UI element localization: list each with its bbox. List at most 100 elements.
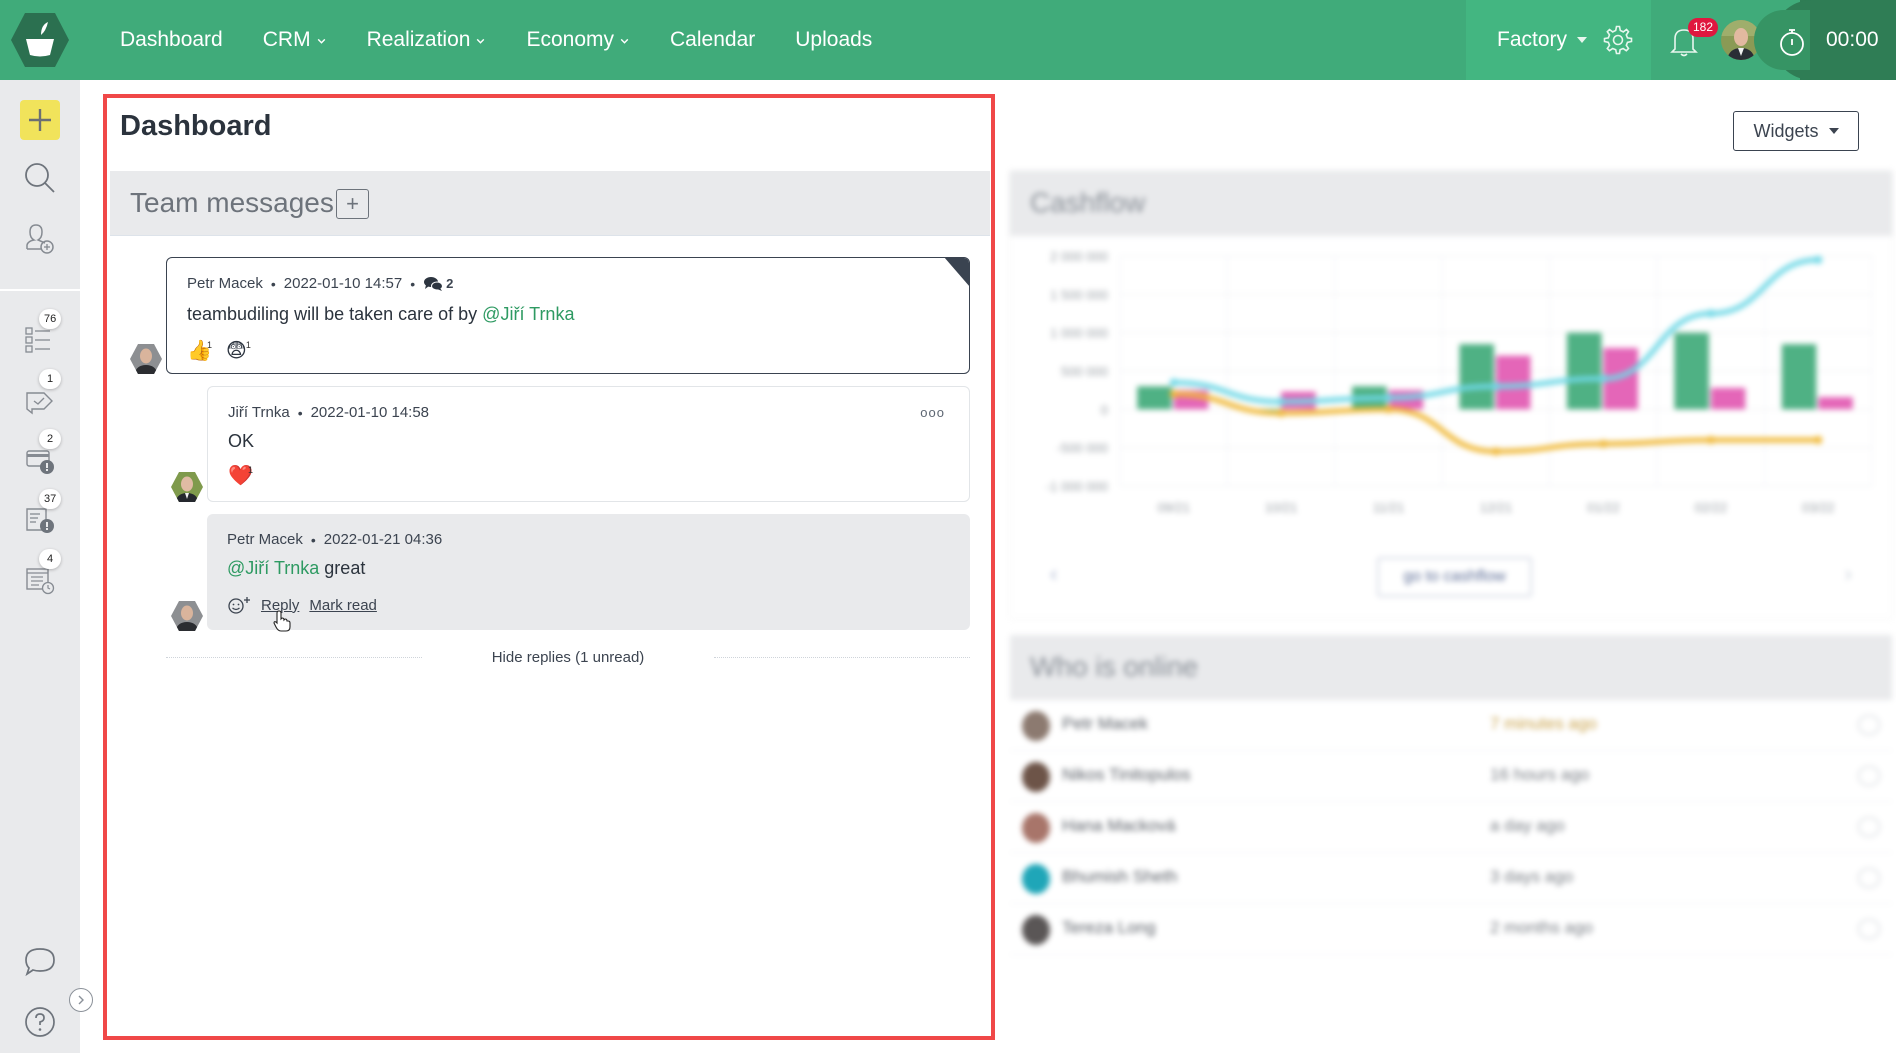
reaction-count: 1 (248, 465, 254, 475)
scheduled-count-badge: 4 (39, 549, 61, 569)
more-options-button[interactable]: ooo (920, 405, 945, 420)
chevron-right-icon[interactable]: › (1845, 561, 1852, 587)
reaction-fearful[interactable]: 😨 1 (226, 340, 251, 362)
sidebar-item-scheduled[interactable]: 4 (22, 549, 61, 597)
add-reaction-icon[interactable] (227, 596, 251, 614)
sidebar-item-invoices[interactable]: 37 (22, 489, 62, 537)
mark-read-link[interactable]: Mark read (309, 597, 377, 614)
divider (714, 656, 971, 658)
user-name: Bhumish Sheth (1062, 867, 1178, 886)
user-mention[interactable]: @Jiří Trnka (227, 558, 319, 578)
chat-icon[interactable] (1858, 868, 1880, 888)
bar-expenses (1710, 387, 1746, 410)
hand-cursor-icon (273, 610, 291, 632)
online-user-row[interactable]: Nikos Tinitopulos 16 hours ago (1010, 751, 1892, 802)
user-avatar (1022, 915, 1050, 945)
widgets-dropdown-button[interactable]: Widgets (1733, 111, 1859, 151)
sidebar-chat-button[interactable] (22, 943, 58, 979)
online-user-row[interactable]: Hana Macková a day ago (1010, 802, 1892, 853)
point-difference (1492, 447, 1500, 456)
point-balance (1814, 255, 1823, 264)
user-avatar (1022, 813, 1050, 843)
tasks-count-badge: 76 (39, 309, 62, 329)
x-tick-label: 12/21 (1480, 500, 1513, 515)
online-user-row[interactable]: Tereza Long 2 months ago (1010, 904, 1892, 955)
hide-replies-row: Hide replies (1 unread) (166, 647, 971, 667)
point-balance (1384, 393, 1393, 402)
reaction-thumbs-up[interactable]: 👍 1 (187, 340, 212, 362)
search-icon (25, 163, 55, 193)
point-difference (1706, 436, 1715, 444)
bar-income (1566, 332, 1602, 410)
message-author[interactable]: Petr Macek (227, 531, 303, 548)
sidebar-item-tasks[interactable]: 76 (22, 309, 62, 357)
point-balance (1492, 382, 1500, 391)
user-name: Nikos Tinitopulos (1062, 765, 1191, 784)
reaction-heart[interactable]: ❤️ 1 (228, 465, 253, 487)
user-name: Petr Macek (1062, 714, 1148, 733)
company-selector[interactable]: Factory (1497, 0, 1588, 80)
reply-count-button[interactable]: 2 (423, 276, 453, 292)
message-author[interactable]: Jiří Trnka (228, 404, 290, 421)
company-zone: Factory (1466, 0, 1651, 80)
nav-label: Realization (366, 28, 471, 51)
sidebar-expand-toggle[interactable] (69, 988, 93, 1012)
teacup-leaf-logo-icon[interactable] (10, 11, 70, 69)
nav-dashboard[interactable]: Dashboard (120, 28, 223, 52)
chevron-left-icon[interactable]: ‹ (1050, 561, 1057, 587)
go-to-cashflow-button[interactable]: go to cashflow (1377, 557, 1532, 597)
user-avatar (1022, 864, 1050, 894)
unread-corner-marker (944, 258, 969, 287)
caret-down-icon (1577, 37, 1588, 43)
sidebar-help-button[interactable] (22, 1004, 58, 1040)
point-difference (1384, 405, 1393, 414)
chevron-down-icon (317, 38, 325, 44)
sidebar-item-approvals[interactable]: 1 (22, 369, 61, 417)
message-datetime: 2022-01-10 14:57 (283, 275, 403, 292)
online-user-row[interactable]: Petr Macek 7 minutes ago (1010, 700, 1892, 751)
stopwatch-icon[interactable] (1778, 27, 1806, 57)
point-balance (1277, 397, 1286, 406)
add-message-button[interactable]: + (336, 189, 369, 219)
last-seen: 3 days ago (1490, 867, 1574, 886)
author-avatar (130, 343, 162, 375)
online-user-row[interactable]: Bhumish Sheth 3 days ago (1010, 853, 1892, 904)
nav-economy[interactable]: Economy (526, 28, 630, 52)
cashflow-chart: -1 000 000 -500 000 0 500 000 1 000 000 1 500… (1046, 249, 1873, 515)
sidebar-add-button[interactable] (20, 100, 60, 140)
message-text: teambudiling will be taken care of by @J… (187, 304, 574, 325)
sidebar-add-contact-button[interactable] (22, 220, 58, 256)
sidebar-item-payments[interactable]: 2 (22, 429, 61, 477)
nav-realization[interactable]: Realization (367, 28, 487, 52)
approvals-count-badge: 1 (39, 369, 61, 389)
point-difference (1814, 436, 1823, 444)
user-mention[interactable]: @Jiří Trnka (482, 304, 574, 324)
y-tick-label: 500 000 (1061, 364, 1108, 379)
chat-icon[interactable] (1858, 817, 1880, 837)
bar-income (1674, 332, 1709, 410)
chat-icon[interactable] (1858, 715, 1880, 735)
message-text-content: teambudiling will be taken care of by (187, 304, 483, 324)
cashflow-widget: Cashflow -1 000 000 -500 000 0 500 000 1 000… (1010, 171, 1892, 618)
nav-calendar[interactable]: Calendar (670, 28, 755, 52)
timer-display[interactable]: 00:00 (1826, 0, 1879, 80)
reaction-count: 1 (207, 340, 213, 350)
user-avatar (1022, 711, 1050, 741)
notifications-badge: 182 (1688, 18, 1718, 37)
user-name: Hana Macková (1062, 816, 1176, 835)
x-tick-label: 09/21 (1157, 500, 1190, 515)
payments-count-badge: 2 (39, 429, 61, 449)
chat-icon[interactable] (1858, 919, 1880, 939)
gear-icon[interactable] (1602, 24, 1634, 56)
message-author[interactable]: Petr Macek (187, 275, 263, 292)
point-balance (1169, 378, 1178, 387)
message-text-content: great (319, 558, 366, 578)
chat-icon[interactable] (1858, 766, 1880, 786)
blurred-widgets-area: Cashflow -1 000 000 -500 000 0 500 000 1 000… (1005, 165, 1896, 1055)
hide-replies-button[interactable]: Hide replies (1 unread) (422, 649, 715, 666)
nav-crm[interactable]: CRM (263, 28, 327, 52)
point-balance (1599, 374, 1608, 383)
sidebar-search-button[interactable] (22, 160, 58, 196)
nav-uploads[interactable]: Uploads (795, 28, 872, 52)
reactions-bar: 👍 1 😨 1 (187, 340, 251, 362)
